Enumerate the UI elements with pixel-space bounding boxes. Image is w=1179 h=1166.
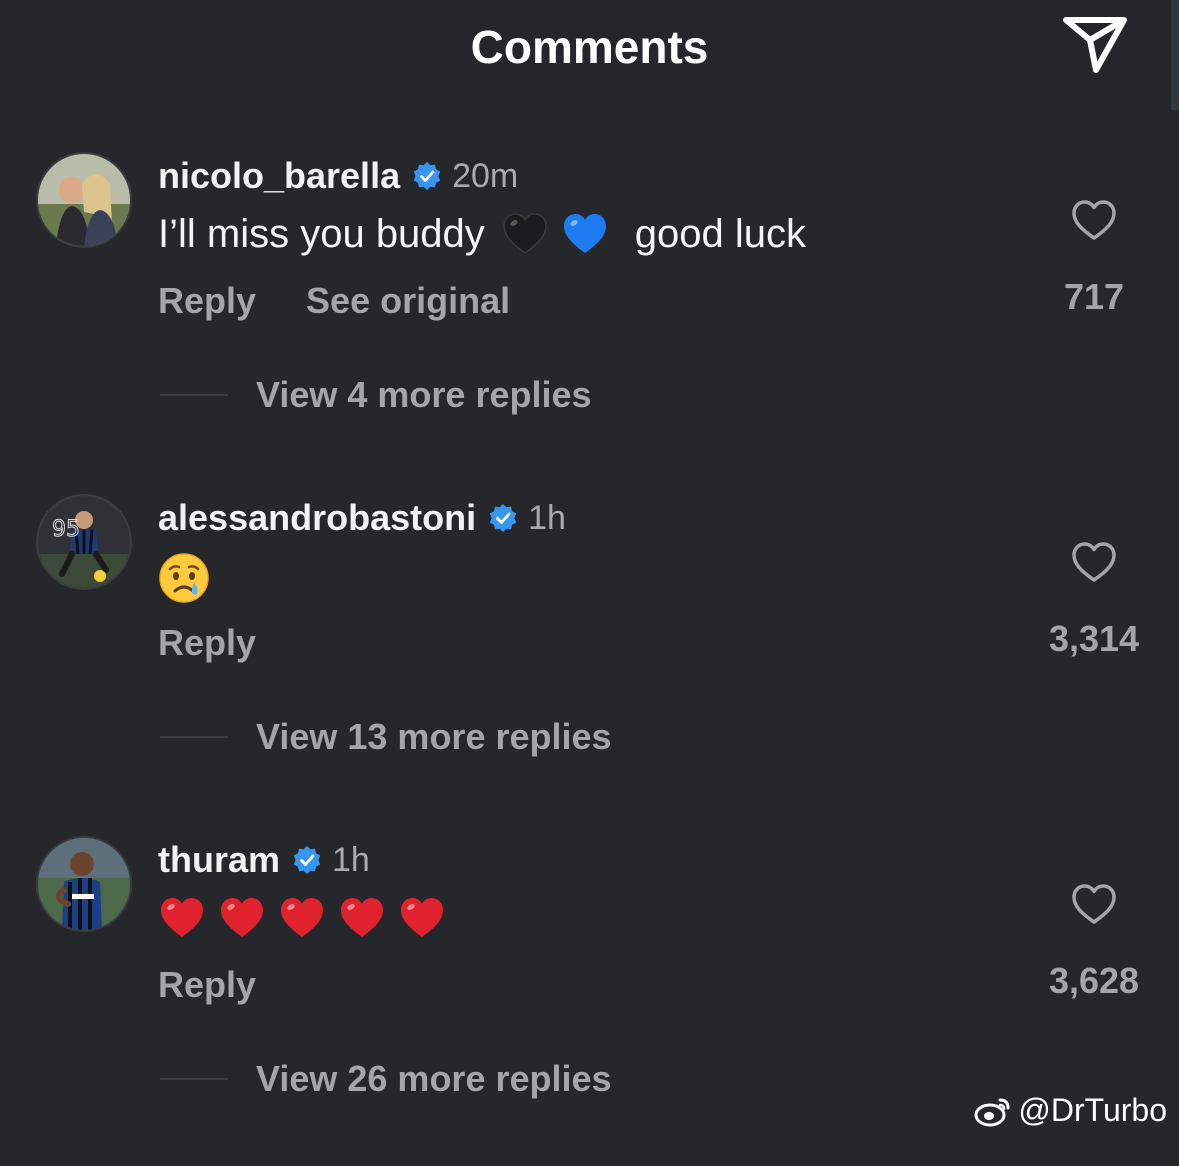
heart-icon[interactable] <box>1070 882 1118 926</box>
paper-plane-icon[interactable] <box>1060 14 1130 76</box>
verified-badge-icon <box>413 162 441 190</box>
red-heart-emoji <box>281 898 323 937</box>
page-title: Comments <box>470 21 709 73</box>
verified-badge-icon <box>489 504 517 532</box>
replies-divider <box>160 394 228 396</box>
comment-time: 20m <box>452 156 519 195</box>
reply-button[interactable]: Reply <box>158 964 256 1006</box>
view-replies-button[interactable]: View 4 more replies <box>160 374 592 416</box>
red-heart-emoji <box>401 898 443 937</box>
weibo-logo-icon <box>974 1098 1010 1126</box>
header-bar: Comments <box>0 0 1179 110</box>
comment-text: I’ll miss you buddy good luck <box>158 210 806 258</box>
red-heart-emoji <box>161 898 203 937</box>
heart-icon[interactable] <box>1070 198 1118 242</box>
replies-divider <box>160 1078 228 1080</box>
view-replies-label: View 26 more replies <box>256 1058 612 1099</box>
verified-badge-icon <box>293 846 321 874</box>
watermark: @DrTurbo <box>974 1092 1167 1129</box>
svg-text:95: 95 <box>52 517 80 542</box>
replies-divider <box>160 736 228 738</box>
comment-text-part: I’ll miss you buddy <box>158 211 485 256</box>
comment-item: 95 alessandrobastoni 1h Reply 3,314 View… <box>0 494 1179 824</box>
watermark-text: @DrTurbo <box>1018 1092 1167 1128</box>
heart-icon[interactable] <box>1070 540 1118 584</box>
avatar[interactable]: 95 <box>36 494 132 590</box>
avatar[interactable] <box>36 836 132 932</box>
comment-text <box>158 552 210 604</box>
comment-meta: nicolo_barella 20m <box>158 154 518 198</box>
blue-heart-emoji <box>563 214 606 253</box>
view-replies-label: View 13 more replies <box>256 716 612 757</box>
comment-actions: Reply See original <box>158 280 510 322</box>
comment-time: 1h <box>528 498 566 537</box>
reply-button[interactable]: Reply <box>158 622 256 664</box>
comment-text <box>158 894 458 942</box>
comment-meta: thuram 1h <box>158 838 370 882</box>
comment-meta: alessandrobastoni 1h <box>158 496 566 540</box>
view-replies-button[interactable]: View 26 more replies <box>160 1058 612 1100</box>
avatar[interactable] <box>36 152 132 248</box>
comment-actions: Reply <box>158 622 256 664</box>
like-count: 3,628 <box>1048 960 1140 1001</box>
username[interactable]: alessandrobastoni <box>158 497 476 539</box>
username[interactable]: nicolo_barella <box>158 155 400 197</box>
red-heart-emoji <box>221 898 263 937</box>
edge-strip <box>1171 0 1179 110</box>
view-replies-button[interactable]: View 13 more replies <box>160 716 612 758</box>
comment-text-part: good luck <box>634 211 807 256</box>
comment-item: nicolo_barella 20m I’ll miss you buddy g… <box>0 152 1179 482</box>
reply-button[interactable]: Reply <box>158 280 256 322</box>
black-heart-emoji <box>503 213 547 254</box>
crying-face-emoji <box>159 553 209 603</box>
username[interactable]: thuram <box>158 839 280 881</box>
see-original-button[interactable]: See original <box>306 280 510 322</box>
red-heart-emoji <box>341 898 383 937</box>
comment-actions: Reply <box>158 964 256 1006</box>
like-count: 717 <box>1063 276 1125 317</box>
like-count: 3,314 <box>1048 618 1140 659</box>
comment-time: 1h <box>332 840 370 879</box>
view-replies-label: View 4 more replies <box>256 374 592 415</box>
